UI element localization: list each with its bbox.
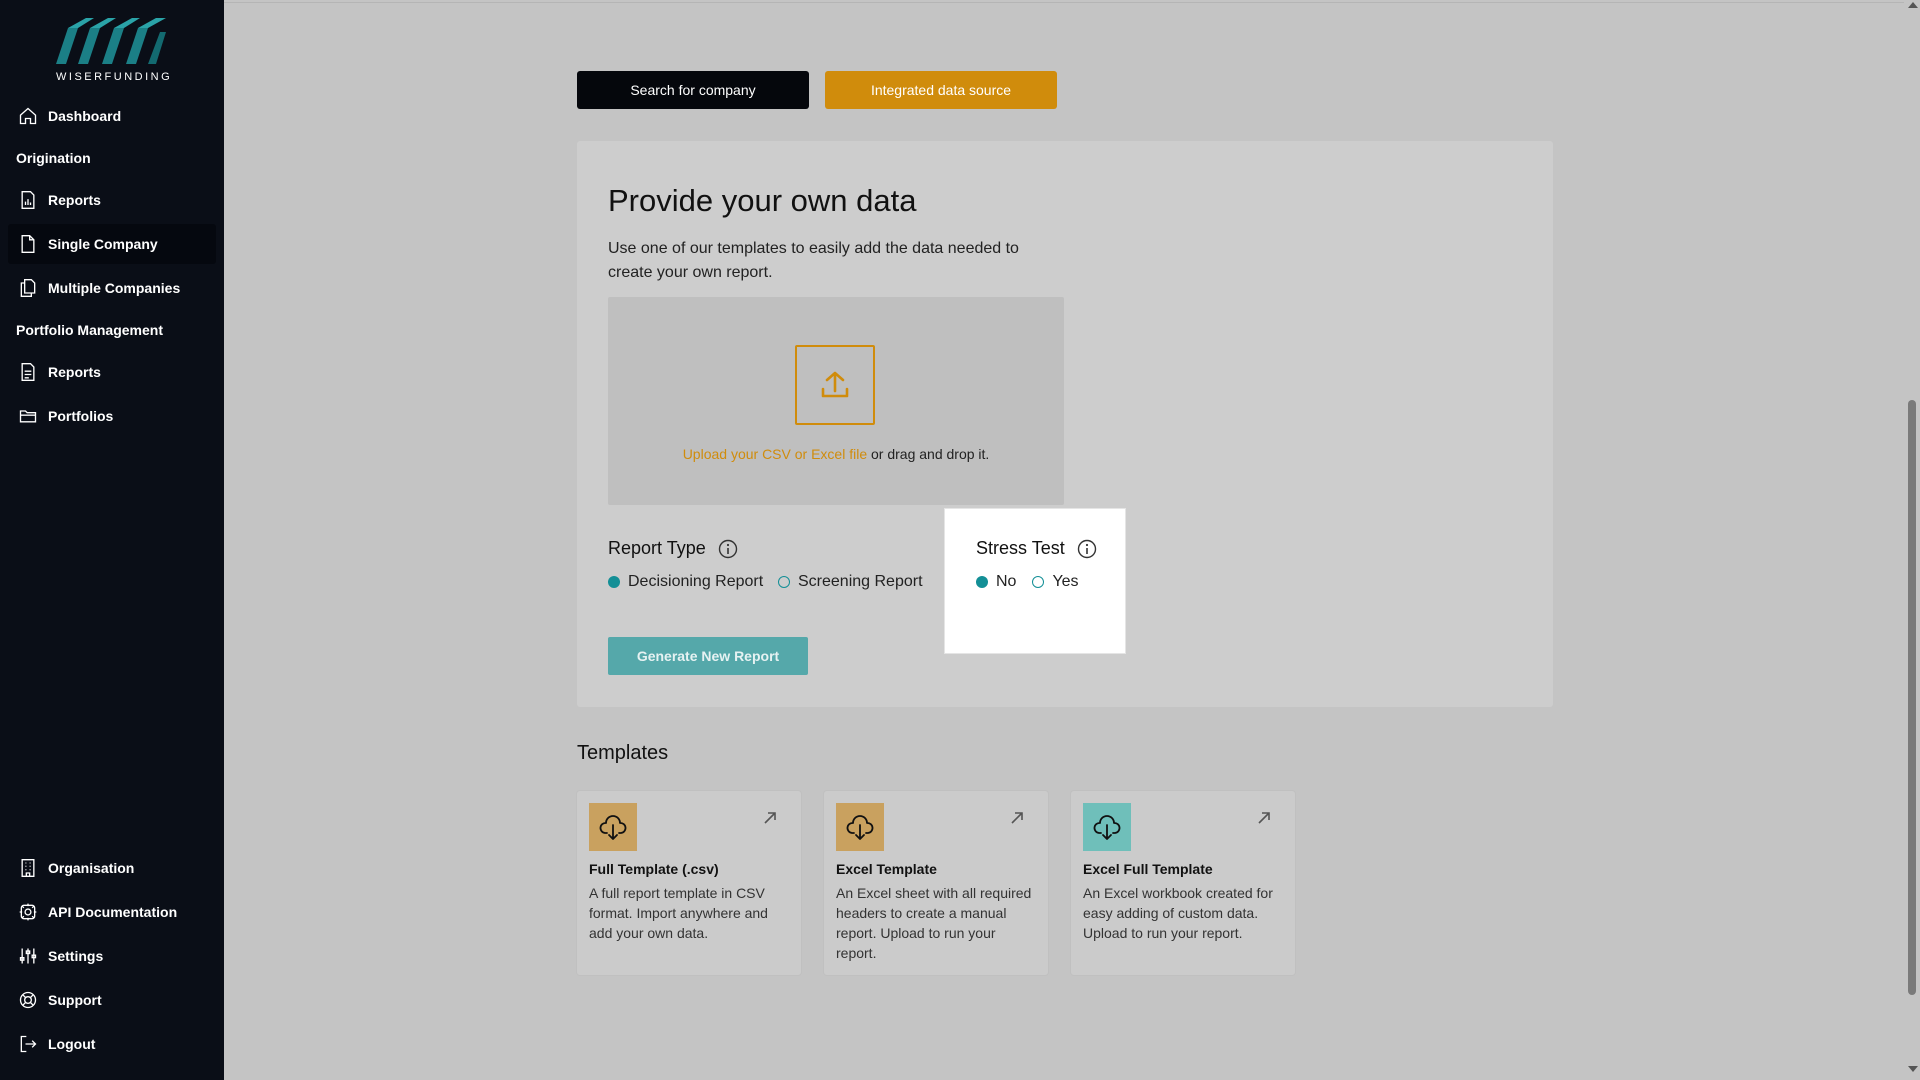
template-description: A full report template in CSV format. Im… [589, 885, 768, 941]
stress-test-label: Stress Test [976, 538, 1097, 559]
template-card-full-csv[interactable]: Full Template (.csv) A full report templ… [577, 791, 801, 975]
sidebar-item-organisation[interactable]: Organisation [8, 848, 216, 888]
sidebar-item-label: Reports [48, 364, 101, 380]
generate-new-report-button[interactable]: Generate New Report [608, 637, 808, 675]
logo-mark-icon [56, 18, 166, 64]
sidebar-item-logout[interactable]: Logout [8, 1024, 216, 1064]
page-title: Provide your own data [608, 183, 917, 218]
external-arrow-icon[interactable] [761, 809, 779, 827]
external-arrow-icon[interactable] [1008, 809, 1026, 827]
sidebar-item-dashboard[interactable]: Dashboard [8, 96, 216, 136]
search-for-company-button[interactable]: Search for company [577, 71, 809, 109]
upload-icon[interactable] [795, 345, 875, 425]
radio-decisioning-report[interactable]: Decisioning Report [608, 573, 763, 591]
logout-icon [18, 1034, 38, 1054]
report-type-label: Report Type [608, 538, 738, 559]
template-name: Excel Full Template [1083, 861, 1213, 877]
stress-test-options: No Yes [976, 573, 1079, 591]
sidebar-section-portfolio-management: Portfolio Management [16, 322, 164, 338]
scroll-down-arrow-icon[interactable] [1908, 1066, 1918, 1072]
home-icon [18, 106, 38, 126]
sliders-icon [18, 946, 38, 966]
template-name: Full Template (.csv) [589, 861, 719, 877]
integrated-data-source-button[interactable]: Integrated data source [825, 71, 1057, 109]
sidebar-item-portfolio-reports[interactable]: Reports [8, 352, 216, 392]
template-card-excel-full[interactable]: Excel Full Template An Excel workbook cr… [1071, 791, 1295, 975]
stress-test-text: Stress Test [976, 538, 1065, 558]
template-name: Excel Template [836, 861, 937, 877]
sidebar: WISERFUNDING Dashboard Origination Repor… [0, 0, 224, 1080]
radio-stress-no[interactable]: No [976, 573, 1016, 591]
templates-title: Templates [577, 742, 669, 764]
sidebar-item-support[interactable]: Support [8, 980, 216, 1020]
gear-icon [18, 902, 38, 922]
radio-stress-yes[interactable]: Yes [1032, 573, 1079, 591]
files-icon [18, 278, 38, 298]
upload-file-link[interactable]: Upload your CSV or Excel file [683, 446, 867, 462]
sidebar-item-label: Multiple Companies [48, 280, 181, 296]
document-icon [18, 362, 38, 382]
sidebar-item-origination-reports[interactable]: Reports [8, 180, 216, 220]
sidebar-item-label: Single Company [48, 236, 158, 252]
template-description: An Excel workbook created for easy addin… [1083, 885, 1273, 941]
report-type-text: Report Type [608, 538, 706, 558]
lifebuoy-icon [18, 990, 38, 1010]
sidebar-item-portfolios[interactable]: Portfolios [8, 396, 216, 436]
radio-label: Yes [1052, 573, 1079, 590]
cloud-download-icon [1083, 803, 1131, 851]
radio-screening-report[interactable]: Screening Report [778, 573, 923, 591]
page-scrollbar[interactable] [1904, 0, 1920, 1080]
sidebar-item-settings[interactable]: Settings [8, 936, 216, 976]
logo-text: WISERFUNDING [56, 71, 173, 83]
file-dropzone[interactable]: Upload your CSV or Excel file or drag an… [608, 297, 1064, 505]
sidebar-item-label: Reports [48, 192, 101, 208]
info-icon[interactable] [1077, 539, 1097, 559]
radio-label: No [996, 573, 1017, 590]
building-icon [18, 858, 38, 878]
sidebar-item-label: Support [48, 992, 102, 1008]
dropzone-text: Upload your CSV or Excel file or drag an… [608, 446, 1064, 462]
sidebar-item-label: Portfolios [48, 408, 114, 424]
sidebar-section-origination: Origination [16, 150, 91, 166]
radio-unselected-icon [778, 576, 790, 588]
page-description: Use one of our templates to easily add t… [608, 240, 1019, 281]
sidebar-item-label: API Documentation [48, 904, 178, 920]
template-card-excel[interactable]: Excel Template An Excel sheet with all r… [824, 791, 1048, 975]
cloud-download-icon [836, 803, 884, 851]
radio-label: Screening Report [798, 573, 923, 590]
radio-selected-icon [608, 576, 620, 588]
scrollbar-thumb[interactable] [1908, 400, 1916, 995]
radio-label: Decisioning Report [628, 573, 764, 590]
wiserfunding-logo[interactable]: WISERFUNDING [56, 18, 173, 84]
sidebar-item-label: Logout [48, 1036, 96, 1052]
sidebar-item-label: Organisation [48, 860, 135, 876]
bar-chart-file-icon [18, 190, 38, 210]
external-arrow-icon[interactable] [1255, 809, 1273, 827]
sidebar-item-single-company[interactable]: Single Company [8, 224, 216, 264]
sidebar-item-label: Settings [48, 948, 104, 964]
file-icon [18, 234, 38, 254]
top-divider [224, 0, 1910, 3]
sidebar-item-label: Dashboard [48, 108, 122, 124]
info-icon[interactable] [718, 539, 738, 559]
sidebar-item-multiple-companies[interactable]: Multiple Companies [8, 268, 216, 308]
folders-icon [18, 406, 38, 426]
sidebar-item-api-documentation[interactable]: API Documentation [8, 892, 216, 932]
stress-test-panel: Stress Test No Yes [944, 508, 1126, 654]
radio-unselected-icon [1032, 576, 1045, 588]
scroll-up-arrow-icon[interactable] [1908, 2, 1918, 8]
dropzone-suffix: or drag and drop it. [867, 446, 990, 462]
radio-selected-icon [976, 576, 988, 588]
template-description: An Excel sheet with all required headers… [836, 885, 1032, 961]
cloud-download-icon [589, 803, 637, 851]
